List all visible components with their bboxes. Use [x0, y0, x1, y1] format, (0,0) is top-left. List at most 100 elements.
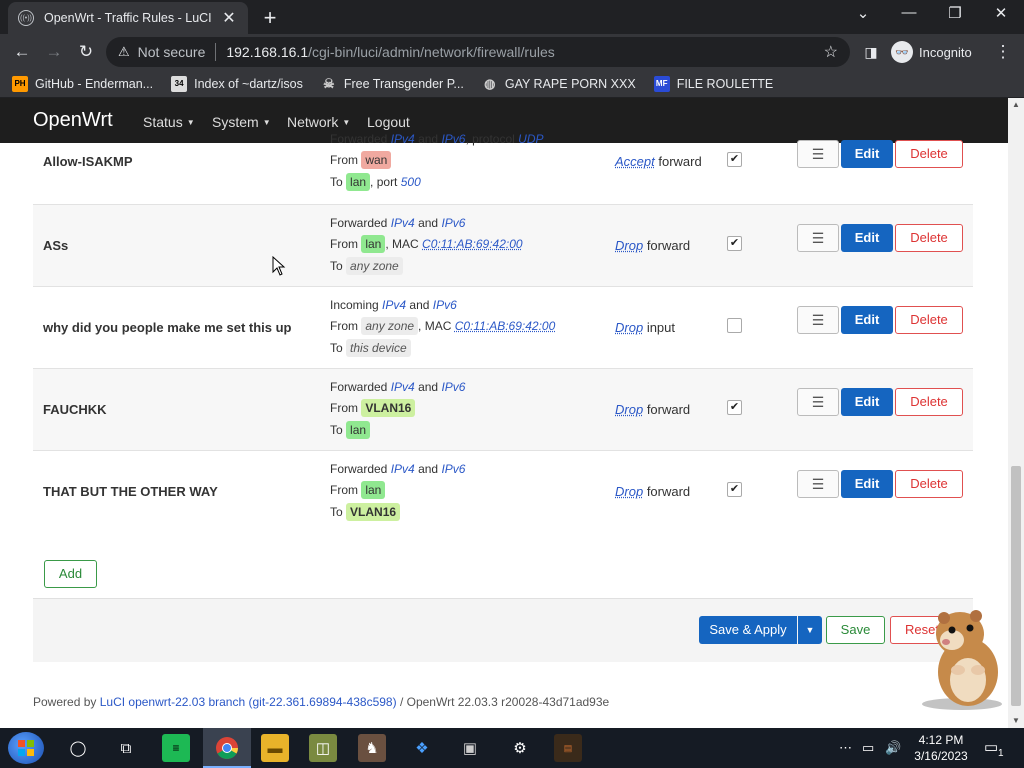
drag-handle-icon[interactable]: ☰ [797, 224, 839, 252]
tab-search-icon[interactable]: ⌄ [848, 4, 878, 22]
bookmark-item[interactable]: PH GitHub - Enderman... [12, 75, 154, 92]
task-view-icon[interactable]: ⧉ [112, 734, 140, 762]
chrome-icon[interactable] [213, 734, 241, 762]
browser-tabstrip: ((•)) OpenWrt - Traffic Rules - LuCI ✕ +… [0, 0, 1024, 34]
match-from-line: From lan, MAC C0:11:AB:69:42:00 [330, 235, 523, 253]
drag-handle-icon[interactable]: ☰ [797, 388, 839, 416]
action-link[interactable]: Drop [615, 320, 643, 335]
security-label[interactable]: Not secure [138, 44, 206, 60]
delete-button[interactable]: Delete [895, 470, 963, 498]
page-scrollbar[interactable]: ▲ ▼ [1008, 98, 1024, 728]
restore-icon[interactable]: ❐ [940, 4, 970, 22]
rule-name: THAT BUT THE OTHER WAY [43, 484, 218, 499]
zone-badge: this device [346, 339, 411, 357]
warning-icon[interactable]: ⚠ [118, 44, 130, 60]
save-apply-dropdown-icon[interactable]: ▼ [798, 616, 822, 644]
action-link[interactable]: Drop [615, 402, 643, 417]
search-icon[interactable]: ◯ [64, 734, 92, 762]
enable-checkbox[interactable]: ✔ [727, 400, 742, 415]
luci-link[interactable]: LuCI openwrt-22.03 branch (git-22.361.69… [100, 695, 397, 709]
bookmark-label: GAY RAPE PORN XXX [504, 76, 636, 91]
match-to-line: To VLAN16 [330, 502, 401, 522]
browser-tab[interactable]: ((•)) OpenWrt - Traffic Rules - LuCI ✕ [8, 2, 248, 34]
settings-gear-icon[interactable]: ⚙ [506, 734, 534, 762]
start-button[interactable] [8, 732, 44, 764]
rule-action: Drop forward [615, 484, 690, 499]
scroll-down-icon[interactable]: ▼ [1008, 714, 1024, 728]
app-image-icon[interactable]: ◫ [309, 734, 337, 762]
network-icon[interactable]: ▭ [862, 728, 874, 768]
table-row: Allow-ISAKMP Forwarded IPv4 and IPv6, pr… [33, 131, 973, 205]
bookmark-item[interactable]: ☠ Free Transgender P... [321, 76, 464, 92]
drag-handle-icon[interactable]: ☰ [797, 306, 839, 334]
minimize-icon[interactable]: — [894, 4, 924, 21]
bookmark-item[interactable]: 34 Index of ~dartz/isos [171, 75, 303, 92]
brand-logo[interactable]: OpenWrt [33, 109, 113, 132]
chrome-logo-icon [216, 737, 238, 759]
action-target: forward [646, 402, 691, 417]
action-link[interactable]: Drop [615, 484, 643, 499]
app-dark-icon[interactable]: ▤ [554, 734, 582, 762]
zone-badge: any zone [361, 317, 419, 335]
delete-button[interactable]: Delete [895, 224, 963, 252]
enable-checkbox[interactable]: ✔ [727, 152, 742, 167]
address-bar[interactable]: ⚠ Not secure 192.168.16.1/cgi-bin/luci/a… [106, 37, 850, 67]
match-from-line: From lan [330, 480, 386, 500]
add-rule-button[interactable]: Add [44, 560, 97, 588]
delete-button[interactable]: Delete [895, 306, 963, 334]
edit-button[interactable]: Edit [841, 306, 893, 334]
scroll-up-icon[interactable]: ▲ [1008, 98, 1024, 112]
match-to-line: To any zone [330, 256, 403, 276]
action-target: input [646, 320, 676, 335]
app-box-icon[interactable]: ▣ [456, 734, 484, 762]
close-window-icon[interactable]: ✕ [986, 4, 1016, 22]
menu-kebab-icon[interactable]: ⋮ [990, 40, 1016, 64]
forward-icon[interactable]: → [41, 40, 67, 64]
save-button[interactable]: Save [826, 616, 885, 644]
app-blue-icon[interactable]: ❖ [408, 734, 436, 762]
action-link[interactable]: Accept [615, 154, 655, 169]
app-green-icon[interactable]: ≡ [162, 734, 190, 762]
windows-taskbar: ◯ ⧉ ≡ ▬ ◫ ♞ ❖ ▣ ⚙ ▤ ⋯ ▭ 🔊 4:12 PM 3/16/2… [0, 728, 1024, 768]
menu-system[interactable]: System ▼ [212, 114, 271, 130]
close-tab-icon[interactable]: ✕ [220, 8, 238, 28]
action-target: forward [646, 484, 691, 499]
bookmark-item[interactable]: ◍ GAY RAPE PORN XXX [482, 76, 636, 92]
delete-button[interactable]: Delete [895, 140, 963, 168]
edit-button[interactable]: Edit [841, 470, 893, 498]
save-apply-button[interactable]: Save & Apply [699, 616, 797, 644]
bookmark-star-icon[interactable]: ☆ [824, 42, 838, 62]
drag-handle-icon[interactable]: ☰ [797, 470, 839, 498]
edit-button[interactable]: Edit [841, 388, 893, 416]
reload-icon[interactable]: ↻ [73, 40, 99, 64]
taskbar-clock[interactable]: 4:12 PM 3/16/2023 [912, 732, 970, 764]
incognito-indicator[interactable]: 👓 Incognito [891, 39, 972, 65]
enable-checkbox[interactable]: ✔ [727, 236, 742, 251]
tray-overflow-icon[interactable]: ⋯ [839, 728, 852, 768]
app-figure-icon[interactable]: ♞ [358, 734, 386, 762]
edit-button[interactable]: Edit [841, 140, 893, 168]
menu-status[interactable]: Status ▼ [143, 114, 195, 130]
delete-button[interactable]: Delete [895, 388, 963, 416]
notification-icon[interactable]: ▭ [984, 728, 998, 768]
file-explorer-icon[interactable]: ▬ [261, 734, 289, 762]
enable-checkbox[interactable] [727, 318, 742, 333]
side-panel-icon[interactable]: ◨ [858, 40, 884, 64]
menu-logout[interactable]: Logout [367, 114, 410, 130]
enable-checkbox[interactable]: ✔ [727, 482, 742, 497]
caret-down-icon: ▼ [186, 118, 195, 127]
action-link[interactable]: Drop [615, 238, 643, 253]
scrollbar-thumb[interactable] [1011, 466, 1021, 706]
menu-network[interactable]: Network ▼ [287, 114, 350, 130]
bookmark-item[interactable]: MF FILE ROULETTE [653, 75, 773, 92]
new-tab-icon[interactable]: + [258, 5, 282, 31]
volume-icon[interactable]: 🔊 [885, 728, 901, 768]
edit-button[interactable]: Edit [841, 224, 893, 252]
bookmark-label: GitHub - Enderman... [35, 76, 154, 91]
zone-badge: lan [346, 173, 371, 191]
caret-down-icon: ▼ [262, 118, 271, 127]
drag-handle-icon[interactable]: ☰ [797, 140, 839, 168]
incognito-label: Incognito [919, 44, 972, 60]
back-icon[interactable]: ← [9, 40, 35, 64]
match-from-line: From wan [330, 150, 392, 170]
